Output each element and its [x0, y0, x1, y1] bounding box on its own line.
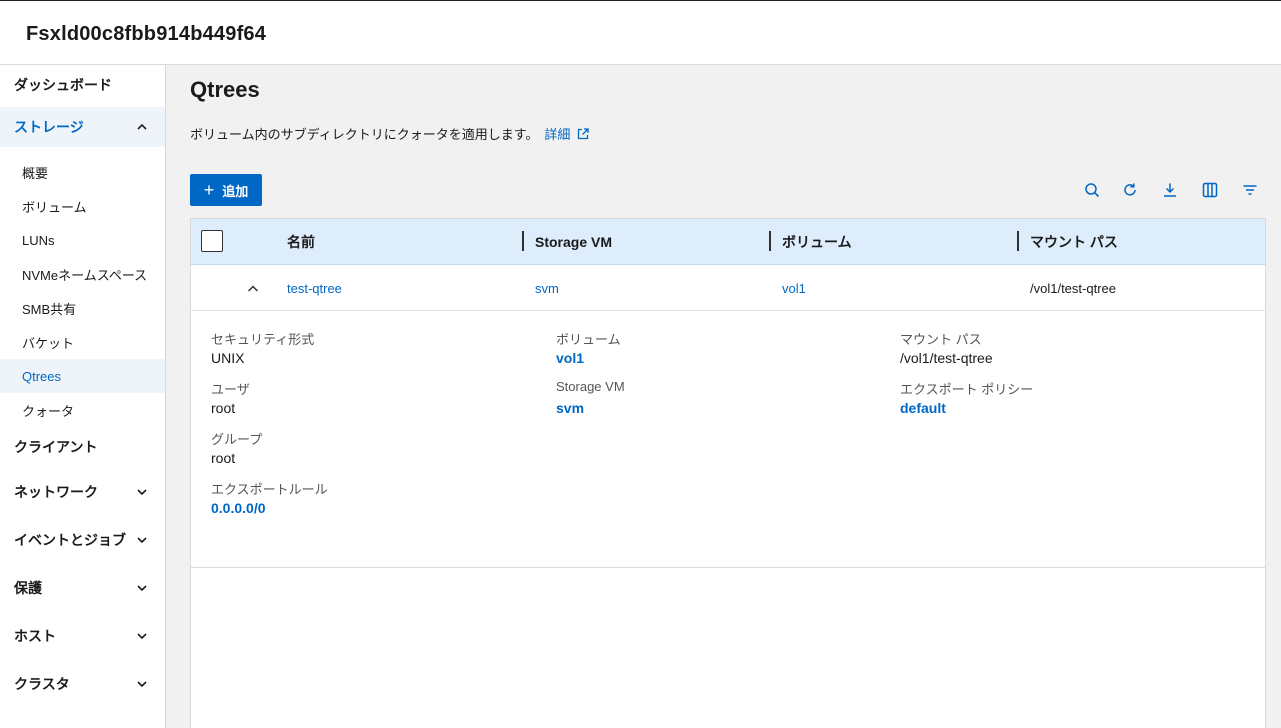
column-header-name[interactable]: 名前	[287, 219, 315, 265]
nav-hosts[interactable]: ホスト	[0, 616, 165, 656]
table-header: 名前 Storage VM ボリューム マウント パス	[191, 219, 1265, 265]
column-divider[interactable]	[1017, 231, 1019, 251]
nav-clients[interactable]: クライアント	[0, 427, 165, 467]
export-policy-link[interactable]: default	[900, 400, 946, 416]
nav-network-label: ネットワーク	[14, 484, 98, 500]
description-text: ボリューム内のサブディレクトリにクォータを適用します。	[190, 127, 539, 142]
nav-protection[interactable]: 保護	[0, 568, 165, 608]
column-header-mount-path[interactable]: マウント パス	[1030, 219, 1118, 265]
nav-hosts-label: ホスト	[14, 628, 56, 644]
app-title: Fsxld00c8fbb914b449f64	[26, 23, 267, 45]
group-label: グループ	[211, 432, 263, 447]
columns-icon[interactable]	[1201, 181, 1219, 199]
chevron-down-icon	[137, 583, 147, 593]
detail-svm-link[interactable]: svm	[556, 400, 584, 416]
detail-svm-label: Storage VM	[556, 379, 625, 394]
nav-events[interactable]: イベントとジョブ	[0, 520, 165, 560]
export-rule-link[interactable]: 0.0.0.0/0	[211, 500, 266, 516]
details-link-label: 詳細	[544, 127, 571, 142]
nav-events-label: イベントとジョブ	[14, 532, 126, 548]
column-header-volume[interactable]: ボリューム	[782, 219, 852, 265]
nav-storage[interactable]: ストレージ	[0, 107, 165, 147]
nav-network[interactable]: ネットワーク	[0, 472, 165, 512]
nav-storage-label: ストレージ	[14, 119, 84, 135]
column-divider[interactable]	[522, 231, 524, 251]
column-divider[interactable]	[769, 231, 771, 251]
page-description: ボリューム内のサブディレクトリにクォータを適用します。 詳細	[190, 124, 590, 143]
row-volume-link[interactable]: vol1	[782, 265, 806, 311]
chevron-down-icon	[137, 679, 147, 689]
download-icon[interactable]	[1161, 181, 1179, 199]
row-details-panel: セキュリティ形式 UNIX ユーザ root グループ root エクスポートル…	[191, 311, 1265, 568]
nav-storage-smb[interactable]: SMB共有	[0, 291, 165, 325]
group-value: root	[211, 450, 236, 466]
nav-storage-overview[interactable]: 概要	[0, 155, 165, 189]
chevron-up-icon	[137, 122, 147, 132]
nav-protection-label: 保護	[14, 580, 42, 596]
security-style-label: セキュリティ形式	[211, 332, 315, 347]
column-header-svm[interactable]: Storage VM	[535, 219, 612, 265]
user-value: root	[211, 400, 236, 416]
page-title: Qtrees	[190, 77, 260, 102]
details-link[interactable]: 詳細	[544, 124, 590, 143]
plus-icon: +	[203, 180, 215, 200]
sidebar: ダッシュボード ストレージ 概要 ボリューム LUNs NVMeネームスペース …	[0, 65, 166, 728]
refresh-icon[interactable]	[1121, 181, 1139, 199]
top-bar: Fsxld00c8fbb914b449f64	[0, 0, 1281, 65]
chevron-down-icon	[137, 631, 147, 641]
chevron-up-icon[interactable]	[247, 282, 259, 294]
security-style-value: UNIX	[211, 350, 245, 366]
qtrees-table: 名前 Storage VM ボリューム マウント パス test-qtree s…	[190, 218, 1266, 728]
row-name-link[interactable]: test-qtree	[287, 265, 342, 311]
chevron-down-icon	[137, 487, 147, 497]
select-all-checkbox[interactable]	[201, 230, 223, 252]
user-label: ユーザ	[211, 382, 250, 397]
search-icon[interactable]	[1083, 181, 1101, 199]
chevron-down-icon	[137, 535, 147, 545]
row-mount-path: /vol1/test-qtree	[1030, 280, 1116, 296]
nav-storage-buckets[interactable]: バケット	[0, 325, 165, 359]
add-button-label: 追加	[222, 183, 249, 199]
filter-icon[interactable]	[1241, 181, 1259, 199]
table-row[interactable]: test-qtree svm vol1 /vol1/test-qtree	[191, 265, 1265, 311]
nav-storage-nvme[interactable]: NVMeネームスペース	[0, 257, 165, 291]
nav-storage-volumes[interactable]: ボリューム	[0, 189, 165, 223]
main-content: Qtrees ボリューム内のサブディレクトリにクォータを適用します。 詳細 + …	[166, 65, 1281, 728]
row-svm-link[interactable]: svm	[535, 265, 559, 311]
nav-cluster-label: クラスタ	[14, 676, 70, 692]
nav-cluster[interactable]: クラスタ	[0, 664, 165, 704]
nav-storage-qtrees[interactable]: Qtrees	[0, 359, 165, 393]
detail-volume-label: ボリューム	[556, 332, 621, 347]
detail-mount-path-label: マウント パス	[900, 332, 982, 347]
nav-storage-quotas[interactable]: クォータ	[0, 393, 165, 427]
detail-volume-link[interactable]: vol1	[556, 350, 584, 366]
add-button[interactable]: + 追加	[190, 174, 262, 206]
nav-dashboard[interactable]: ダッシュボード	[0, 65, 165, 105]
external-link-icon	[577, 127, 590, 140]
export-rule-label: エクスポートルール	[211, 482, 328, 497]
export-policy-label: エクスポート ポリシー	[900, 382, 1034, 397]
detail-mount-path-value: /vol1/test-qtree	[900, 350, 993, 366]
nav-storage-luns[interactable]: LUNs	[0, 223, 165, 257]
